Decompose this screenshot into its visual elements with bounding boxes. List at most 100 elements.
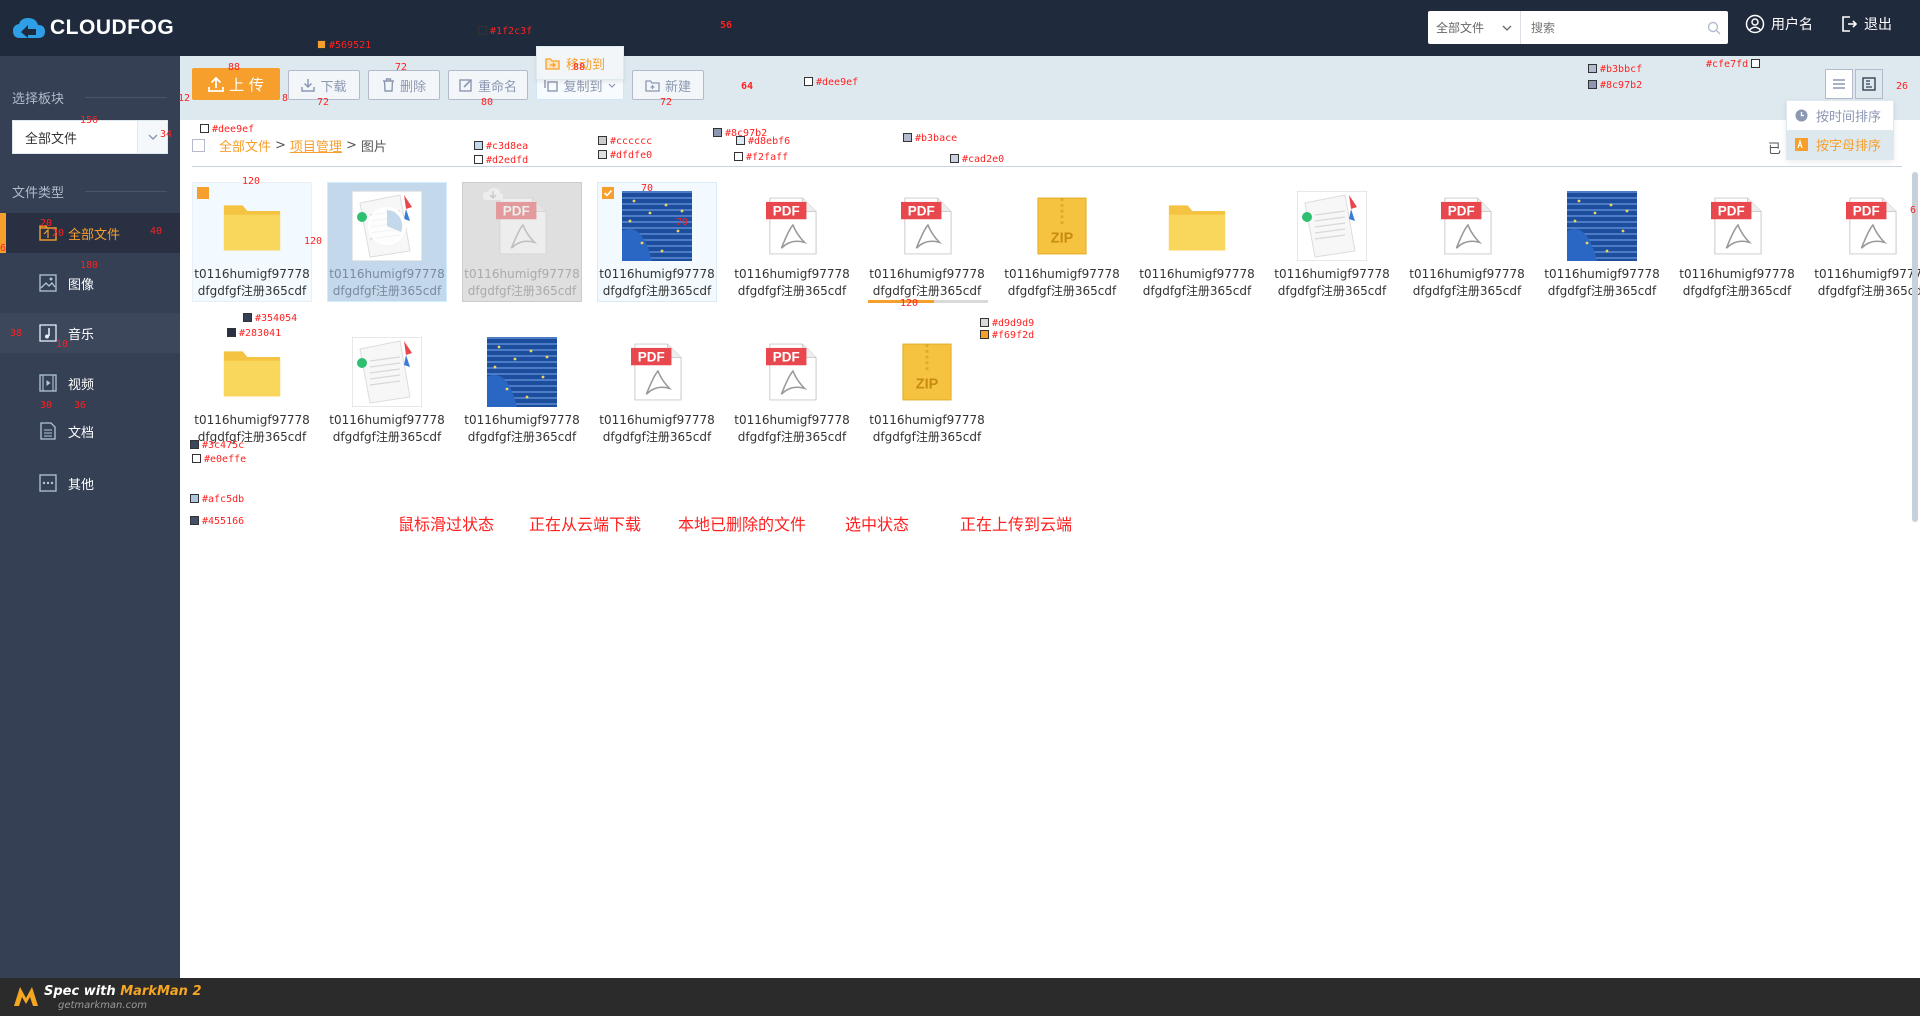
file-tile[interactable]: PDF t0116humigf97778 dfgdfgf注册365cdf [732,328,852,448]
dimension-label: 72 [660,97,673,108]
dimension-label: 34 [160,129,173,140]
search-scope-select[interactable]: 全部文件 [1428,11,1521,44]
file-tile[interactable]: PDF t0116humigf97778 dfgdfgf注册365cdf [732,182,852,302]
dimension-label: 70 [641,183,654,194]
file-tile[interactable]: ZIP t0116humigf97778 dfgdfgf注册365cdf [1002,182,1122,302]
dimension-label: 72 [395,62,408,73]
file-name: t0116humigf97778 dfgdfgf注册365cdf [599,267,715,298]
file-name: t0116humigf97778 dfgdfgf注册365cdf [734,413,850,444]
sidebar-item-document[interactable]: 文档 [0,411,180,451]
file-tile[interactable]: PDF t0116humigf97778 dfgdfgf注册365cdf [1407,182,1527,302]
file-name: t0116humigf97778 dfgdfgf注册365cdf [194,267,310,298]
photo-icon [1566,190,1638,262]
scrollbar[interactable] [1912,172,1918,522]
markman-footer: Spec with MarkMan 2 getmarkman.com [0,978,1920,1016]
sidebar-item-other[interactable]: 其他 [0,463,180,503]
file-tile[interactable]: t0116humigf97778 dfgdfgf注册365cdf [192,328,312,448]
file-tile[interactable]: t0116humigf97778 dfgdfgf注册365cdf [192,182,312,302]
color-annotation: #dfdfe0 [598,150,652,161]
color-annotation: #8c97b2 [1588,80,1642,91]
file-name: t0116humigf97778 dfgdfgf注册365cdf [329,413,445,444]
sidebar-item-music[interactable]: 音乐 [0,313,180,353]
svg-text:PDF: PDF [773,349,800,364]
file-tile[interactable]: t0116humigf97778 dfgdfgf注册365cdf [597,182,717,302]
new-folder-button[interactable]: 新建 [632,70,704,100]
copy-icon [544,78,559,92]
dimension-label: 88 [228,62,241,73]
breadcrumb-level1[interactable]: 项目管理 [290,136,342,155]
file-tile[interactable]: t0116humigf97778 dfgdfgf注册365cdf [327,182,447,302]
select-all-checkbox[interactable] [192,139,205,152]
file-tile[interactable]: t0116humigf97778 dfgdfgf注册365cdf [1137,182,1257,302]
svg-text:PDF: PDF [1448,203,1475,218]
download-icon [301,79,316,92]
logo-text: CLOUDFOG [50,16,175,39]
rename-button[interactable]: 重命名 [448,70,528,100]
markman-logo-icon [14,987,38,1006]
logo[interactable]: CLOUDFOG [12,14,174,42]
dimension-label: 64 [741,81,754,92]
sidebar-item-label: 视频 [68,377,95,393]
color-annotation: #d2edfd [474,155,528,166]
file-name: t0116humigf97778 dfgdfgf注册365cdf [869,413,985,444]
sort-menu: 按时间排序 按字母排序 [1786,100,1894,160]
checked-checkbox-icon[interactable] [602,187,614,199]
file-tile[interactable]: t0116humigf97778 dfgdfgf注册365cdf [1542,182,1662,302]
svg-text:ZIP: ZIP [916,376,939,392]
file-tile[interactable]: PDF t0116humigf97778 dfgdfgf注册365cdf [597,328,717,448]
dimension-label: 8 [282,93,289,104]
sidebar-item-video[interactable]: 视频 [0,363,180,403]
clock-icon [1795,109,1808,122]
dimension-label: 156 [80,115,99,126]
sort-by-time[interactable]: 按时间排序 [1787,101,1893,130]
file-tile[interactable]: ZIP t0116humigf97778 dfgdfgf注册365cdf [867,328,987,448]
sidebar-item-label: 图像 [68,277,95,293]
search-input[interactable] [1521,12,1700,43]
breadcrumb-separator: > [275,138,286,153]
color-annotation: #c3d8ea [474,141,528,152]
file-tile[interactable]: t0116humigf97778 dfgdfgf注册365cdf [462,328,582,448]
dimension-label: 40 [150,226,163,237]
file-tile[interactable]: PDF t0116humigf97778 dfgdfgf注册365cdf [1812,182,1920,302]
logout-icon [1842,16,1858,32]
rename-label: 重命名 [477,79,517,95]
file-name: t0116humigf97778 dfgdfgf注册365cdf [329,267,445,298]
photo-icon [486,336,558,408]
dimension-label: 70 [676,217,689,228]
file-name: t0116humigf97778 dfgdfgf注册365cdf [1004,267,1120,298]
color-annotation: #d9d9d9 [980,318,1034,329]
folder-icon [216,336,288,408]
list-view-icon [1833,79,1845,89]
top-bar: CLOUDFOG 全部文件 用户名 退出 [0,0,1920,56]
list-view-button[interactable] [1825,69,1853,99]
logout-button[interactable]: 退出 [1840,14,1892,34]
user-menu[interactable]: 用户名 [1745,14,1813,34]
color-annotation: #f69f2d [980,330,1034,341]
chevron-down-icon [608,83,615,88]
file-tile[interactable]: t0116humigf97778 dfgdfgf注册365cdf [327,328,447,448]
document-icon [38,421,58,441]
dimension-label: 120 [242,176,261,187]
music-icon [38,323,58,343]
search-button[interactable] [1700,14,1728,42]
select-checkbox[interactable] [197,187,209,199]
dimension-label: 30 [40,400,53,411]
download-button[interactable]: 下载 [288,70,360,100]
file-name: t0116humigf97778 dfgdfgf注册365cdf [464,413,580,444]
svg-text:PDF: PDF [638,349,665,364]
doc-image-icon [351,336,423,408]
file-name: t0116humigf97778 dfgdfgf注册365cdf [1544,267,1660,298]
toolbar: 上 传 下载 删除 重命名 复制到 新建 [180,56,1920,120]
breadcrumb-root[interactable]: 全部文件 [219,136,271,155]
sort-by-letter[interactable]: 按字母排序 [1787,130,1893,159]
file-tile[interactable]: PDF t0116humigf97778 dfgdfgf注册365cdf [462,182,582,302]
file-tile[interactable]: PDF t0116humigf97778 dfgdfgf注册365cdf [1677,182,1797,302]
file-tile[interactable]: t0116humigf97778 dfgdfgf注册365cdf [1272,182,1392,302]
caption-uploading: 正在上传到云端 [960,515,1073,534]
delete-button[interactable]: 删除 [368,70,440,100]
dimension-label: 80 [481,97,494,108]
sort-view-button[interactable] [1855,69,1883,99]
file-tile[interactable]: PDF t0116humigf97778 dfgdfgf注册365cdf [867,182,988,303]
dimension-label: 56 [720,20,733,31]
color-annotation: #cad2e0 [950,154,1004,165]
